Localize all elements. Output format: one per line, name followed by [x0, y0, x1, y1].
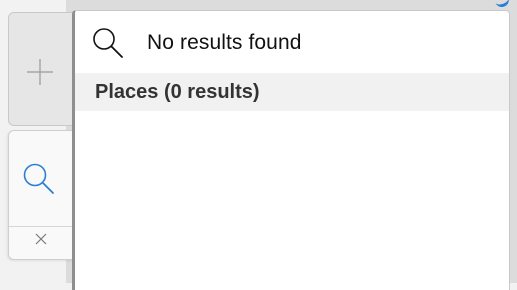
section-title: Places (0 results): [95, 81, 260, 103]
results-list: [75, 111, 509, 290]
magnifier-icon: [93, 28, 123, 58]
plus-icon: [27, 59, 53, 85]
search-bar[interactable]: No results found: [75, 11, 509, 73]
search-status-text: No results found: [147, 31, 302, 54]
search-icon: [23, 163, 54, 194]
tab-divider: [9, 226, 74, 227]
search-results-panel: No results found Places (0 results): [72, 10, 510, 290]
add-tab[interactable]: [8, 12, 72, 126]
places-section-header: Places (0 results): [75, 73, 509, 111]
search-tab[interactable]: [8, 130, 74, 260]
close-icon[interactable]: [35, 233, 47, 245]
